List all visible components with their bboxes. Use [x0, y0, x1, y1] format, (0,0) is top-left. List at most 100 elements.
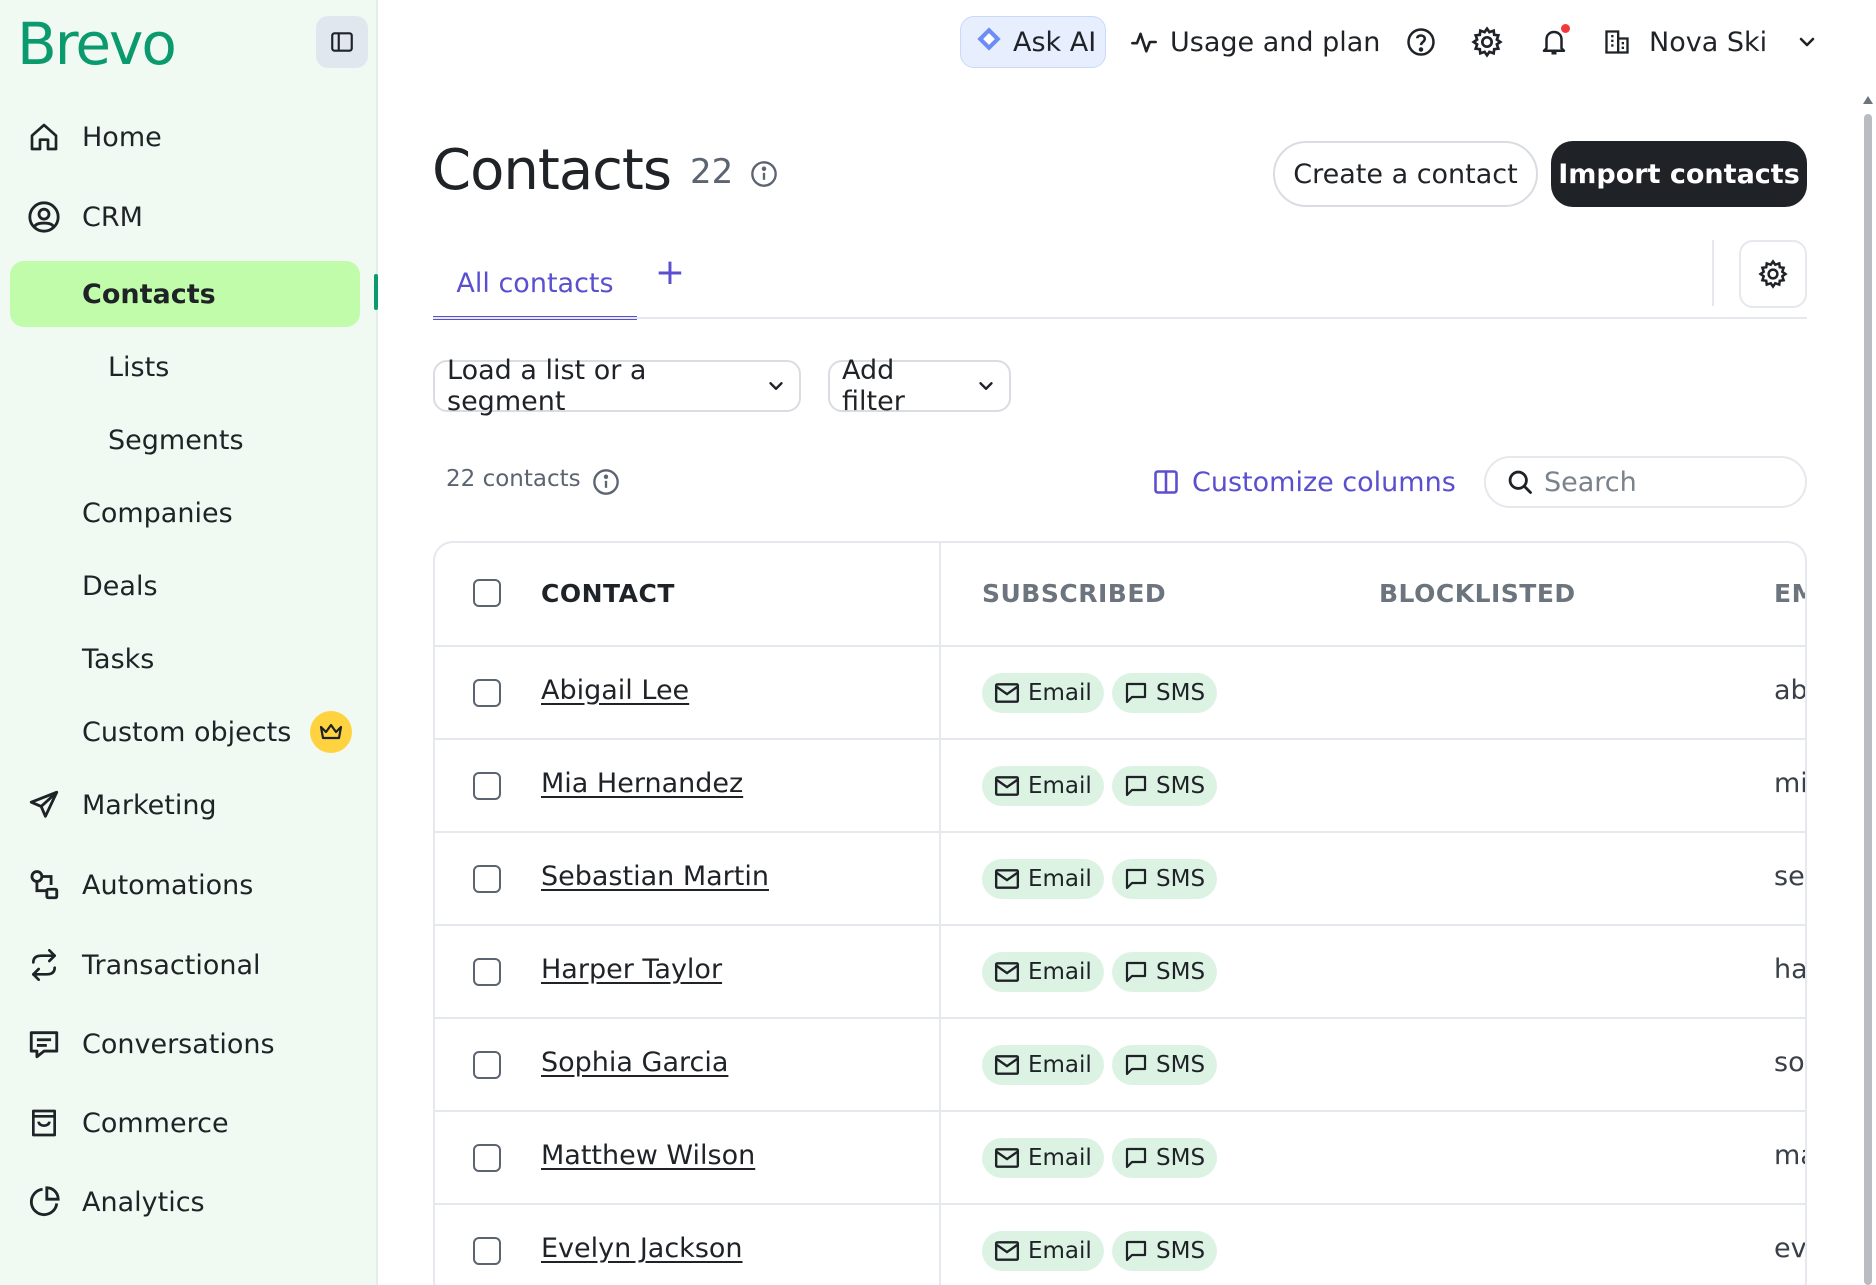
- usage-label: Usage and plan: [1170, 26, 1381, 58]
- sidebar-item-tasks[interactable]: Tasks: [10, 626, 360, 692]
- sidebar-item-custom-objects[interactable]: Custom objects: [10, 699, 360, 765]
- message-icon: [1124, 681, 1148, 705]
- sidebar-collapse-button[interactable]: [316, 16, 368, 68]
- info-icon[interactable]: [750, 160, 778, 188]
- dropdown-label: Load a list or a segment: [447, 355, 647, 417]
- contact-name-link[interactable]: Abigail Lee: [541, 675, 689, 706]
- sidebar-item-home[interactable]: Home: [10, 104, 360, 170]
- sidebar-item-segments[interactable]: Segments: [10, 407, 360, 473]
- sidebar: Brevo Home CRM Contacts Lists Segments C…: [0, 0, 378, 1285]
- sidebar-item-marketing[interactable]: Marketing: [10, 772, 360, 838]
- contacts-count: 22 contacts: [446, 466, 581, 492]
- home-icon: [26, 119, 62, 155]
- sidebar-item-transactional[interactable]: Transactional: [10, 932, 360, 998]
- table-row: Sophia Garcia Email SMS sop: [435, 1019, 1805, 1112]
- notification-dot: [1561, 24, 1570, 33]
- contact-name-link[interactable]: Sophia Garcia: [541, 1047, 728, 1078]
- usage-and-plan-button[interactable]: Usage and plan: [1130, 16, 1380, 68]
- column-header-blocklisted[interactable]: BLOCKLISTED: [1379, 579, 1576, 608]
- add-filter-dropdown[interactable]: Add filter: [828, 355, 1011, 417]
- active-indicator: [374, 274, 378, 310]
- row-checkbox[interactable]: [473, 958, 501, 986]
- table-header: CONTACT SUBSCRIBED BLOCKLISTED EM: [435, 543, 1805, 647]
- contact-name-link[interactable]: Harper Taylor: [541, 954, 722, 985]
- add-tab-button[interactable]: +: [655, 252, 685, 293]
- chip-label: Email: [1028, 1145, 1092, 1171]
- notifications-button[interactable]: [1536, 24, 1572, 60]
- sidebar-item-label: Analytics: [82, 1186, 205, 1218]
- pie-chart-icon: [26, 1184, 62, 1220]
- chip-label: SMS: [1156, 773, 1206, 799]
- create-contact-button[interactable]: Create a contact: [1273, 141, 1538, 207]
- row-checkbox[interactable]: [473, 865, 501, 893]
- row-checkbox[interactable]: [473, 679, 501, 707]
- chip-label: Email: [1028, 773, 1092, 799]
- envelope-icon: [994, 775, 1020, 797]
- account-switcher[interactable]: Nova Ski: [1603, 16, 1819, 68]
- info-icon[interactable]: [592, 468, 620, 496]
- email-channel-chip: Email: [982, 1045, 1104, 1085]
- contacts-table: CONTACT SUBSCRIBED BLOCKLISTED EM Abigai…: [433, 541, 1807, 1285]
- envelope-icon: [994, 1147, 1020, 1169]
- sms-channel-chip: SMS: [1112, 1138, 1218, 1178]
- sidebar-item-companies[interactable]: Companies: [10, 480, 360, 546]
- column-header-subscribed[interactable]: SUBSCRIBED: [982, 579, 1166, 608]
- ask-ai-label: Ask AI: [1013, 26, 1097, 58]
- contact-name-link[interactable]: Matthew Wilson: [541, 1140, 755, 1171]
- import-contacts-button[interactable]: Import contacts: [1551, 141, 1807, 207]
- email-channel-chip: Email: [982, 673, 1104, 713]
- gear-icon: [1758, 259, 1788, 289]
- help-button[interactable]: [1403, 24, 1439, 60]
- row-checkbox[interactable]: [473, 772, 501, 800]
- brevo-logo[interactable]: Brevo: [17, 10, 177, 78]
- sidebar-item-label: Lists: [108, 351, 170, 383]
- sidebar-item-label: Contacts: [82, 278, 216, 310]
- load-list-segment-dropdown[interactable]: Load a list or a segment: [433, 355, 801, 417]
- ask-ai-button[interactable]: Ask AI: [960, 16, 1106, 68]
- crown-icon: [310, 711, 352, 753]
- contact-email: mia: [1774, 768, 1805, 799]
- sidebar-item-conversations[interactable]: Conversations: [10, 1011, 360, 1077]
- page-scrollbar[interactable]: [1862, 88, 1874, 1285]
- contact-email: eve: [1774, 1233, 1807, 1264]
- search-box[interactable]: [1484, 456, 1807, 508]
- table-row: Mia Hernandez Email SMS mia: [435, 740, 1805, 833]
- column-header-email[interactable]: EM: [1774, 579, 1805, 608]
- dropdown-label: Add filter: [842, 355, 905, 417]
- sidebar-item-deals[interactable]: Deals: [10, 553, 360, 619]
- scroll-up-arrow-icon[interactable]: [1863, 96, 1873, 104]
- search-input[interactable]: [1544, 466, 1784, 498]
- sidebar-item-label: Companies: [82, 497, 233, 529]
- chip-label: SMS: [1156, 1238, 1206, 1264]
- sidebar-item-commerce[interactable]: Commerce: [10, 1090, 360, 1156]
- sidebar-item-label: Custom objects: [82, 716, 292, 748]
- column-header-contact[interactable]: CONTACT: [541, 579, 675, 608]
- sidebar-item-label: Automations: [82, 869, 254, 901]
- tab-all-contacts[interactable]: All contacts: [433, 250, 637, 320]
- sidebar-item-crm[interactable]: CRM: [10, 184, 360, 250]
- settings-button[interactable]: [1469, 24, 1505, 60]
- row-checkbox[interactable]: [473, 1144, 501, 1172]
- contact-name-link[interactable]: Mia Hernandez: [541, 768, 743, 799]
- row-checkbox[interactable]: [473, 1237, 501, 1265]
- view-settings-button[interactable]: [1739, 240, 1807, 308]
- top-bar: Ask AI Usage and plan Nova Ski: [378, 0, 1876, 84]
- customize-columns-button[interactable]: Customize columns: [1152, 462, 1456, 502]
- activity-icon: [1130, 28, 1158, 56]
- sidebar-item-lists[interactable]: Lists: [10, 334, 360, 400]
- search-icon: [1506, 468, 1534, 496]
- shopping-bag-icon: [26, 1105, 62, 1141]
- gear-icon: [1471, 26, 1503, 58]
- sidebar-item-automations[interactable]: Automations: [10, 852, 360, 918]
- chip-label: SMS: [1156, 866, 1206, 892]
- sidebar-item-contacts[interactable]: Contacts: [10, 261, 360, 327]
- column-divider: [939, 543, 941, 1285]
- sidebar-item-label: Home: [82, 121, 162, 153]
- scrollbar-thumb[interactable]: [1864, 114, 1872, 1285]
- sidebar-item-analytics[interactable]: Analytics: [10, 1169, 360, 1235]
- row-checkbox[interactable]: [473, 1051, 501, 1079]
- select-all-checkbox[interactable]: [473, 579, 501, 607]
- sidebar-item-label: Deals: [82, 570, 158, 602]
- contact-name-link[interactable]: Sebastian Martin: [541, 861, 769, 892]
- contact-name-link[interactable]: Evelyn Jackson: [541, 1233, 743, 1264]
